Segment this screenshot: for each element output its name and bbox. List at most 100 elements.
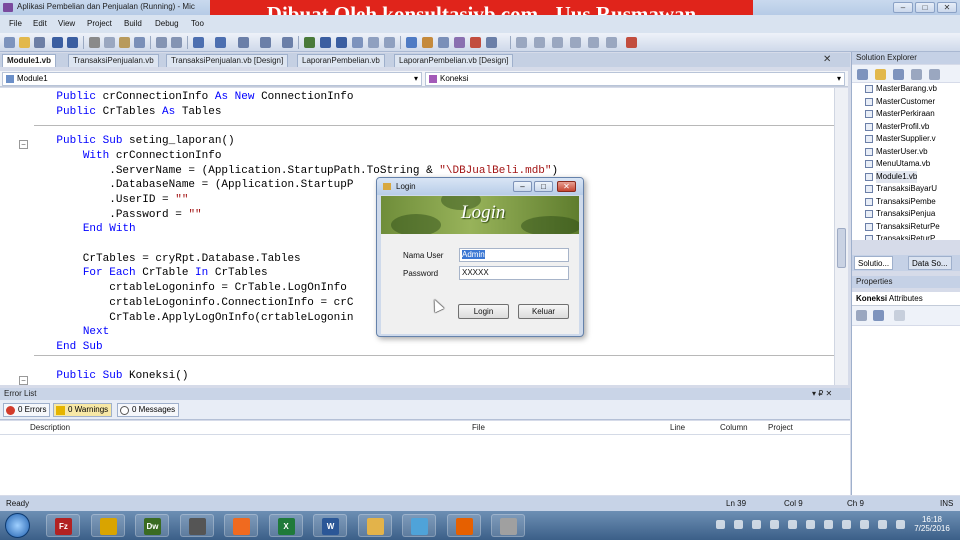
tray-icon[interactable] bbox=[860, 520, 869, 529]
taskbar-app-visual-studio[interactable] bbox=[491, 514, 525, 537]
properties-view-icon[interactable] bbox=[857, 69, 868, 80]
tray-icon[interactable] bbox=[824, 520, 833, 529]
column-line[interactable]: Line bbox=[670, 423, 685, 432]
properties-object-selector[interactable]: Koneksi Attributes bbox=[852, 292, 960, 306]
tray-icon[interactable] bbox=[842, 520, 851, 529]
panel-pin-controls[interactable]: ▾ ₽ ✕ bbox=[812, 389, 832, 398]
cut-icon[interactable] bbox=[89, 37, 100, 48]
comment-icon[interactable] bbox=[156, 37, 167, 48]
save-all-icon[interactable] bbox=[67, 37, 78, 48]
menu-file[interactable]: File bbox=[9, 19, 22, 28]
class-name-dropdown[interactable]: Module1 ▾ bbox=[2, 72, 422, 86]
add-item-icon[interactable] bbox=[34, 37, 45, 48]
paste-icon[interactable] bbox=[119, 37, 130, 48]
property-pages-icon[interactable] bbox=[894, 310, 905, 321]
tab-laporan-pembelian-design[interactable]: LaporanPembelian.vb [Design] bbox=[394, 54, 514, 67]
username-input[interactable]: Admin bbox=[459, 248, 569, 262]
menu-debug[interactable]: Debug bbox=[155, 19, 179, 28]
step-over-icon[interactable] bbox=[384, 37, 395, 48]
tab-module1[interactable]: Module1.vb bbox=[2, 54, 57, 67]
format-align-icon[interactable] bbox=[516, 37, 527, 48]
taskbar-app-filezilla[interactable]: Fz bbox=[46, 514, 80, 537]
solution-file-item[interactable]: TransaksiReturPe bbox=[865, 221, 940, 233]
method-name-dropdown[interactable]: Koneksi ▾ bbox=[425, 72, 845, 86]
column-description[interactable]: Description bbox=[30, 423, 70, 432]
show-all-files-icon[interactable] bbox=[875, 69, 886, 80]
maximize-button[interactable]: □ bbox=[915, 2, 935, 13]
tab-transaksi-penjualan-design[interactable]: TransaksiPenjualan.vb [Design] bbox=[166, 54, 289, 67]
navigate-back-icon[interactable] bbox=[238, 37, 249, 48]
column-file[interactable]: File bbox=[472, 423, 485, 432]
solution-file-item[interactable]: TransaksiPenjua bbox=[865, 208, 935, 220]
solution-file-item[interactable]: Module1.vb bbox=[865, 170, 918, 183]
solution-file-item[interactable]: MenuUtama.vb bbox=[865, 158, 930, 170]
solution-file-item[interactable]: TransaksiBayarU bbox=[865, 183, 937, 195]
tab-laporan-pembelian[interactable]: LaporanPembelian.vb bbox=[297, 54, 385, 67]
format-size-icon[interactable] bbox=[552, 37, 563, 48]
keluar-button[interactable]: Keluar bbox=[518, 304, 569, 319]
menu-project[interactable]: Project bbox=[87, 19, 112, 28]
open-folder-icon[interactable] bbox=[19, 37, 30, 48]
redo-icon[interactable] bbox=[215, 37, 226, 48]
taskbar-app-explorer[interactable] bbox=[357, 514, 392, 537]
taskbar-app-word[interactable]: W bbox=[313, 514, 347, 537]
stop-debug-icon[interactable] bbox=[336, 37, 347, 48]
find-icon[interactable] bbox=[134, 37, 145, 48]
login-minimize-button[interactable]: – bbox=[513, 181, 532, 192]
solution-file-item[interactable]: MasterPerkiraan bbox=[865, 108, 935, 120]
tray-icon[interactable] bbox=[788, 520, 797, 529]
taskbar-app-firefox[interactable] bbox=[446, 514, 481, 537]
start-button[interactable] bbox=[5, 513, 30, 538]
taskbar-app-camera[interactable] bbox=[179, 514, 214, 537]
taskbar-app-chrome-like[interactable] bbox=[90, 514, 125, 537]
column-project[interactable]: Project bbox=[768, 423, 793, 432]
toolbox-icon[interactable] bbox=[454, 37, 465, 48]
tray-icon[interactable] bbox=[806, 520, 815, 529]
start-debug-icon[interactable] bbox=[304, 37, 315, 48]
scrollbar-thumb[interactable] bbox=[837, 228, 846, 268]
solution-file-item[interactable]: MasterUser.vb bbox=[865, 146, 928, 158]
categorized-icon[interactable] bbox=[856, 310, 867, 321]
navigate-forward-icon[interactable] bbox=[260, 37, 271, 48]
login-close-button[interactable]: ✕ bbox=[557, 181, 576, 192]
tab-data-sources[interactable]: Data So... bbox=[908, 256, 952, 270]
tab-solution-explorer[interactable]: Solutio... bbox=[854, 256, 894, 270]
start-page-icon[interactable] bbox=[470, 37, 481, 48]
save-icon[interactable] bbox=[52, 37, 63, 48]
bring-front-icon[interactable] bbox=[588, 37, 599, 48]
taskbar-app-dreamweaver[interactable]: Dw bbox=[135, 514, 169, 537]
copy-icon[interactable] bbox=[104, 37, 115, 48]
solution-file-item[interactable]: MasterCustomer bbox=[865, 96, 935, 108]
uncomment-icon[interactable] bbox=[171, 37, 182, 48]
taskbar-app-excel[interactable]: X bbox=[268, 514, 303, 537]
tray-icon[interactable] bbox=[770, 520, 779, 529]
alphabetical-icon[interactable] bbox=[873, 310, 884, 321]
column-column[interactable]: Column bbox=[720, 423, 748, 432]
tab-transaksi-penjualan[interactable]: TransaksiPenjualan.vb bbox=[68, 54, 159, 67]
menu-view[interactable]: View bbox=[58, 19, 75, 28]
taskbar-app-notepad[interactable] bbox=[402, 514, 436, 537]
password-input[interactable]: XXXXX bbox=[459, 266, 569, 280]
warnings-filter-button[interactable]: 0 Warnings bbox=[53, 403, 113, 417]
messages-filter-button[interactable]: 0 Messages bbox=[117, 403, 180, 417]
menu-tools[interactable]: Too bbox=[191, 19, 204, 28]
login-button[interactable]: Login bbox=[458, 304, 509, 319]
fold-toggle-icon[interactable]: − bbox=[19, 140, 28, 149]
object-browser-icon[interactable] bbox=[438, 37, 449, 48]
view-code-icon[interactable] bbox=[911, 69, 922, 80]
errors-filter-button[interactable]: 0 Errors bbox=[3, 403, 51, 417]
command-window-icon[interactable] bbox=[486, 37, 497, 48]
solution-explorer-icon[interactable] bbox=[406, 37, 417, 48]
undo-icon[interactable] bbox=[193, 37, 204, 48]
layout-icon[interactable] bbox=[626, 37, 637, 48]
restart-icon[interactable] bbox=[352, 37, 363, 48]
editor-scrollbar[interactable] bbox=[834, 88, 848, 385]
tray-icon[interactable] bbox=[752, 520, 761, 529]
clock[interactable]: 16:18 7/25/2016 bbox=[912, 515, 952, 533]
break-all-icon[interactable] bbox=[320, 37, 331, 48]
format-spacing-icon[interactable] bbox=[570, 37, 581, 48]
fold-toggle-icon[interactable]: − bbox=[19, 376, 28, 385]
properties-icon[interactable] bbox=[422, 37, 433, 48]
step-into-icon[interactable] bbox=[368, 37, 379, 48]
close-button[interactable]: ✕ bbox=[937, 2, 957, 13]
